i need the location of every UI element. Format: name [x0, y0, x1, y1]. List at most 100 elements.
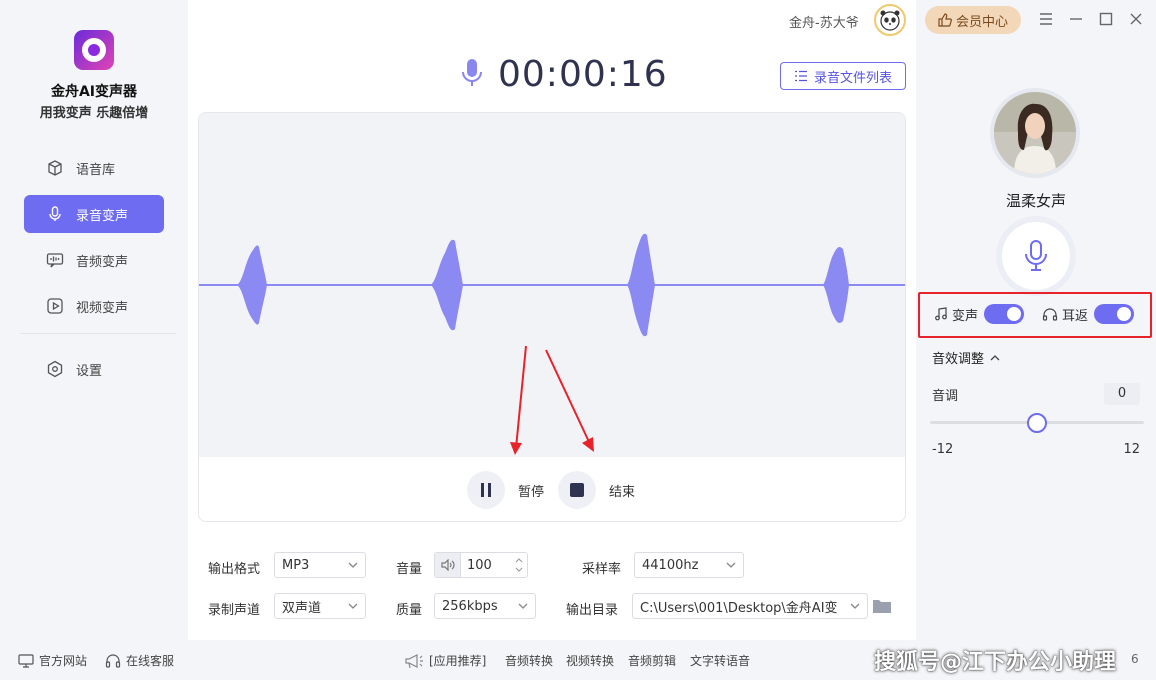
quality-label: 质量	[396, 603, 423, 618]
support-label: 在线客服	[126, 654, 175, 668]
pitch-min-label: -12	[932, 442, 954, 457]
recording-timer: 00:00:16	[498, 54, 668, 95]
recording-list-button[interactable]: 录音文件列表	[780, 62, 906, 90]
music-note-icon	[935, 307, 947, 321]
fx-title: 音效调整	[932, 352, 985, 367]
stepper-arrows-icon	[515, 558, 523, 572]
sidebar-item-audio-voice[interactable]: 音频变声	[24, 241, 164, 279]
timer-display: 00:00:16	[460, 54, 668, 95]
chevron-down-icon	[726, 562, 736, 568]
online-support-link[interactable]: 在线客服	[105, 652, 174, 669]
sidebar-item-record-voice[interactable]: 录音变声	[24, 195, 164, 233]
recorder-panel: 00:00:16 录音文件列表 暂停 结束 输出格式 MP3 音量 100 采样…	[188, 0, 916, 640]
user-avatar[interactable]	[874, 4, 906, 36]
samplerate-value: 44100hz	[642, 557, 699, 573]
settings-icon	[46, 360, 64, 378]
app-recommend[interactable]: [应用推荐]	[404, 652, 486, 669]
toggle-group: 变声 耳返	[918, 292, 1152, 338]
pitch-slider-thumb[interactable]	[1027, 413, 1047, 433]
voice-name: 温柔女声	[1005, 192, 1066, 210]
footer-link-video-convert[interactable]: 视频转换	[566, 652, 614, 669]
official-website-link[interactable]: 官方网站	[18, 652, 87, 669]
close-icon[interactable]	[1127, 10, 1145, 28]
cube-icon	[46, 159, 64, 177]
recording-controls: 暂停 结束	[199, 457, 905, 521]
quality-select[interactable]: 256kbps	[434, 593, 536, 619]
minimize-icon[interactable]	[1067, 10, 1085, 28]
chevron-down-icon	[850, 603, 860, 609]
vip-center-button[interactable]: 会员中心	[925, 6, 1021, 34]
microphone-icon	[460, 57, 484, 93]
recording-list-label: 录音文件列表	[813, 70, 892, 86]
menu-icon[interactable]	[1037, 10, 1055, 28]
sidebar-item-video-voice[interactable]: 视频变声	[24, 287, 164, 325]
sidebar-item-voice-library[interactable]: 语音库	[24, 149, 164, 187]
microphone-icon	[46, 205, 64, 223]
user-name[interactable]: 金舟-苏大爷	[789, 12, 859, 31]
annotation-arrows	[510, 345, 594, 455]
volume-label: 音量	[396, 562, 423, 577]
sidebar: 金舟AI变声器 用我变声 乐趣倍增 语音库 录音变声 音频变声 视频变声 设置	[0, 0, 188, 640]
headset-icon	[105, 653, 121, 668]
monitor-switch[interactable]	[1094, 304, 1135, 324]
audio-wave-icon	[46, 251, 64, 269]
sidebar-nav: 语音库 录音变声 音频变声 视频变声 设置	[20, 149, 176, 396]
folder-icon[interactable]	[872, 598, 892, 618]
footer-link-text-to-speech[interactable]: 文字转语音	[690, 652, 750, 669]
website-label: 官方网站	[39, 654, 88, 668]
app-logo	[74, 30, 114, 70]
mic-test-button[interactable]	[1002, 222, 1070, 290]
chevron-down-icon	[348, 603, 358, 609]
pause-icon	[481, 483, 491, 497]
thumbs-up-icon	[938, 13, 952, 27]
pitch-label: 音调	[932, 389, 959, 404]
chevron-down-icon	[348, 562, 358, 568]
outdir-value: C:\Users\001\Desktop\金舟AI变	[640, 600, 838, 616]
watermark: 搜狐号@江下办公小助理	[874, 650, 1117, 675]
voice-panel: 温柔女声 变声 耳返 音效调整 音调 0 -12 12	[916, 0, 1156, 640]
headphones-icon	[1042, 308, 1058, 321]
channel-label: 录制声道	[208, 603, 261, 618]
voice-change-toggle-row: 变声	[934, 304, 1025, 324]
stop-label: 结束	[609, 485, 636, 500]
sidebar-item-label: 设置	[76, 363, 103, 379]
fx-adjust-header[interactable]: 音效调整	[932, 348, 1000, 367]
footer-link-audio-convert[interactable]: 音频转换	[505, 652, 553, 669]
pitch-value-field[interactable]: 0	[1104, 383, 1140, 405]
list-icon	[794, 70, 807, 82]
format-label: 输出格式	[208, 562, 261, 577]
channel-value: 双声道	[282, 600, 322, 616]
monitor-icon	[18, 653, 34, 668]
footer-link-audio-edit[interactable]: 音频剪辑	[628, 652, 676, 669]
quality-value: 256kbps	[442, 598, 498, 614]
footer: 官方网站 在线客服 [应用推荐] 音频转换 视频转换 音频剪辑 文字转语音 搜狐…	[0, 640, 1156, 680]
stop-button[interactable]	[558, 471, 596, 509]
format-select[interactable]: MP3	[274, 552, 366, 578]
sidebar-item-label: 音频变声	[76, 254, 129, 270]
pause-button[interactable]	[467, 471, 505, 509]
samplerate-label: 采样率	[582, 562, 622, 577]
channel-select[interactable]: 双声道	[274, 593, 366, 619]
monitor-label: 耳返	[1062, 308, 1089, 324]
chevron-up-icon	[990, 354, 1000, 360]
voice-avatar	[990, 88, 1080, 178]
samplerate-select[interactable]: 44100hz	[634, 552, 744, 578]
sidebar-item-settings[interactable]: 设置	[24, 350, 164, 388]
pitch-max-label: 12	[1123, 442, 1140, 457]
pause-label: 暂停	[518, 485, 545, 500]
voice-change-label: 变声	[952, 308, 979, 324]
app-name: 金舟AI变声器	[50, 84, 138, 100]
stop-icon	[570, 483, 584, 497]
outdir-select[interactable]: C:\Users\001\Desktop\金舟AI变	[632, 593, 868, 619]
monitor-toggle-row: 耳返	[1042, 304, 1135, 324]
sidebar-item-label: 视频变声	[76, 300, 129, 316]
maximize-icon[interactable]	[1097, 10, 1115, 28]
outdir-label: 输出目录	[566, 603, 619, 618]
format-value: MP3	[282, 557, 310, 573]
volume-stepper[interactable]: 100	[434, 552, 528, 578]
app-slogan: 用我变声 乐趣倍增	[39, 106, 149, 121]
voice-change-switch[interactable]	[984, 304, 1025, 324]
sidebar-item-label: 语音库	[76, 162, 116, 178]
volume-value: 100	[467, 557, 492, 573]
version-text: 6	[1131, 652, 1139, 666]
